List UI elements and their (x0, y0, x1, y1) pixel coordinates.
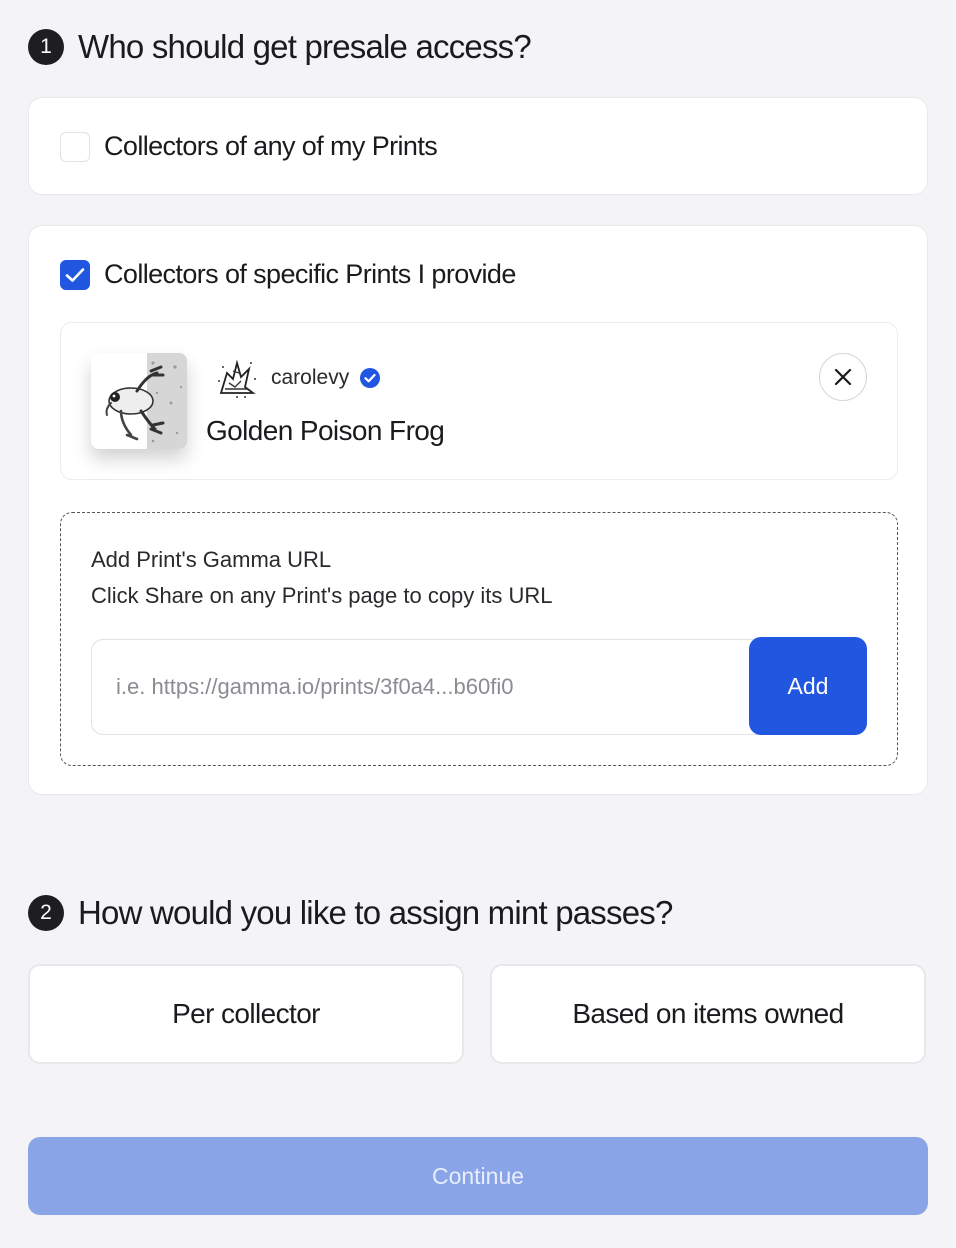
step-title: Who should get presale access? (78, 28, 532, 65)
add-print-url-panel: Add Print's Gamma URL Click Share on any… (60, 512, 898, 766)
checkbox-row-any-prints[interactable]: Collectors of any of my Prints (60, 131, 438, 162)
checkmark-icon (65, 267, 85, 282)
option-card-any-prints[interactable]: Collectors of any of my Prints (28, 97, 928, 195)
verified-badge-icon (360, 368, 381, 388)
url-panel-title: Add Print's Gamma URL (91, 547, 332, 572)
option-card-specific-prints: Collectors of specific Prints I provide (28, 225, 928, 795)
print-url-input[interactable] (91, 639, 771, 735)
step-1-header: 1 Who should get presale access? (28, 28, 532, 66)
step-number-badge: 2 (28, 895, 64, 931)
remove-print-button[interactable] (819, 353, 867, 401)
close-icon (834, 368, 852, 386)
step-2-header: 2 How would you like to assign mint pass… (28, 894, 673, 932)
creator-name: carolevy (271, 366, 350, 389)
selected-print-item: carolevy Golden Poison Frog (60, 322, 898, 480)
checkbox-label: Collectors of specific Prints I provide (104, 259, 516, 289)
print-title: Golden Poison Frog (206, 415, 445, 446)
frog-artwork-icon[interactable] (91, 353, 187, 449)
step-title: How would you like to assign mint passes… (78, 894, 673, 931)
creator-row[interactable]: carolevy (211, 353, 381, 403)
checkbox-specific-prints[interactable] (60, 259, 90, 290)
checkbox-any-prints[interactable] (60, 131, 90, 162)
add-url-button[interactable]: Add (749, 637, 867, 735)
creator-avatar-icon (211, 353, 261, 403)
checkbox-label: Collectors of any of my Prints (104, 131, 438, 161)
assign-per-collector-button[interactable]: Per collector (28, 964, 464, 1064)
step-number-badge: 1 (28, 29, 64, 65)
url-panel-hint: Click Share on any Print's page to copy … (91, 583, 553, 608)
continue-button[interactable]: Continue (28, 1137, 928, 1215)
assign-by-items-owned-button[interactable]: Based on items owned (490, 964, 926, 1064)
checkbox-row-specific-prints[interactable]: Collectors of specific Prints I provide (60, 259, 516, 290)
